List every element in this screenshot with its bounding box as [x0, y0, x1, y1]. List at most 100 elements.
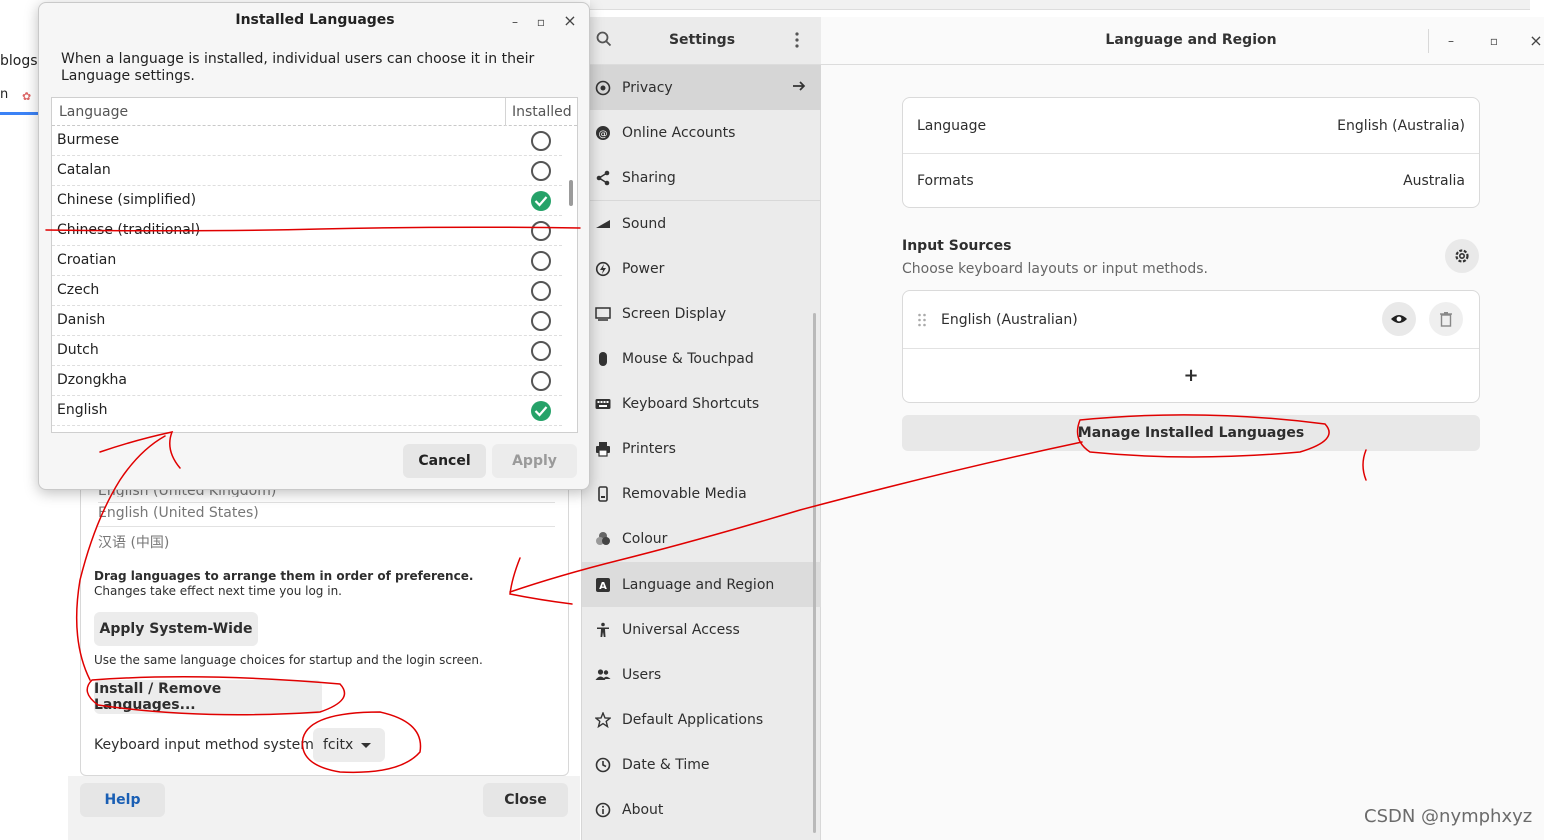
list-scrollbar[interactable] — [569, 180, 573, 206]
cancel-button[interactable]: Cancel — [403, 444, 486, 478]
language-dialog: English (United Kingdom) English (United… — [80, 470, 569, 776]
sidebar-item-sharing[interactable]: Sharing — [582, 155, 821, 200]
column-language[interactable]: Language — [59, 104, 128, 120]
list-divider — [98, 502, 555, 503]
remove-input-source-button[interactable] — [1429, 302, 1463, 336]
apply-button[interactable]: Apply — [492, 444, 577, 478]
sidebar-item-label: Universal Access — [622, 621, 740, 638]
sidebar-item-label: Power — [622, 260, 665, 277]
dialog-close-button[interactable]: Close — [483, 783, 568, 817]
languages-list: BulgarianBurmeseCatalanChinese (simplifi… — [51, 97, 578, 433]
table-row[interactable]: Chinese (simplified) — [52, 186, 562, 216]
sidebar-item-printers[interactable]: Printers — [582, 427, 821, 472]
changes-note: Changes take effect next time you log in… — [94, 584, 342, 598]
apply-system-wide-button[interactable]: Apply System-Wide — [94, 612, 258, 646]
accessibility-icon — [594, 621, 612, 639]
background-tab-text-2: n — [0, 87, 9, 102]
table-row[interactable]: Burmese — [52, 126, 562, 156]
svg-text:@: @ — [599, 129, 608, 139]
background-tab-underline — [0, 112, 40, 115]
sidebar-scrollbar[interactable] — [813, 313, 816, 833]
drag-note: Drag languages to arrange them in order … — [94, 569, 474, 583]
table-row[interactable]: Czech — [52, 276, 562, 306]
drag-handle-icon[interactable] — [917, 312, 927, 328]
table-row[interactable]: Dutch — [52, 336, 562, 366]
sidebar-item-default-applications[interactable]: Default Applications — [582, 697, 821, 742]
sidebar-item-universal-access[interactable]: Universal Access — [582, 607, 821, 652]
table-row[interactable]: English — [52, 396, 562, 426]
sidebar-item-language-and-region[interactable]: A Language and Region — [582, 562, 821, 608]
formats-row[interactable]: Formats Australia — [903, 153, 1479, 208]
close-button[interactable]: × — [1526, 31, 1544, 51]
keyboard-input-method-dropdown[interactable]: fcitx — [313, 728, 385, 762]
removable-media-icon — [594, 485, 612, 503]
sidebar-item-power[interactable]: Power — [582, 246, 821, 291]
language-name: English — [57, 402, 108, 418]
sidebar-item-about[interactable]: About — [582, 788, 821, 833]
manage-installed-languages-button[interactable]: Manage Installed Languages — [902, 415, 1480, 451]
preview-layout-button[interactable] — [1382, 302, 1416, 336]
table-row[interactable]: Chinese (traditional) — [52, 216, 562, 246]
install-toggle[interactable] — [531, 281, 551, 301]
sidebar-item-label: Default Applications — [622, 711, 764, 728]
menu-icon[interactable] — [790, 31, 804, 49]
install-toggle[interactable] — [531, 221, 551, 241]
installed-languages-dialog: Installed Languages – ▫ × When a languag… — [38, 2, 590, 490]
language-name: Dutch — [57, 342, 99, 358]
table-row[interactable]: Croatian — [52, 246, 562, 276]
sidebar-item-online-accounts[interactable]: @ Online Accounts — [582, 110, 821, 155]
sidebar-item-colour[interactable]: Colour — [582, 517, 821, 562]
close-button[interactable]: × — [560, 11, 580, 31]
column-separator — [505, 98, 506, 126]
input-sources-settings-button[interactable] — [1445, 239, 1479, 273]
add-input-source-row[interactable]: + — [903, 348, 1479, 403]
sidebar-item-label: Colour — [622, 531, 668, 548]
table-row[interactable]: Danish — [52, 306, 562, 336]
language-item-us[interactable]: English (United States) — [98, 505, 259, 521]
sidebar-item-screen-display[interactable]: Screen Display — [582, 291, 821, 336]
install-toggle[interactable] — [531, 161, 551, 181]
language-value: English (Australia) — [1337, 117, 1465, 134]
sidebar-item-label: Keyboard Shortcuts — [622, 396, 760, 413]
sidebar-item-mouse-touchpad[interactable]: Mouse & Touchpad — [582, 337, 821, 382]
installed-check-icon[interactable] — [531, 401, 551, 421]
language-row[interactable]: Language English (Australia) — [903, 98, 1479, 153]
language-icon: A — [594, 576, 612, 594]
help-button[interactable]: Help — [80, 783, 165, 817]
sidebar-item-privacy[interactable]: Privacy — [582, 65, 821, 111]
maximize-button[interactable]: ▫ — [531, 12, 551, 32]
sidebar-item-removable-media[interactable]: Removable Media — [582, 472, 821, 517]
users-icon — [594, 666, 612, 684]
input-sources-subtitle: Choose keyboard layouts or input methods… — [902, 261, 1208, 277]
display-icon — [594, 305, 612, 323]
install-remove-languages-button[interactable]: Install / Remove Languages... — [94, 680, 322, 714]
install-toggle[interactable] — [531, 371, 551, 391]
colour-icon — [594, 530, 612, 548]
sidebar-item-label: Removable Media — [622, 486, 747, 503]
maximize-button[interactable]: ▫ — [1484, 31, 1504, 51]
sidebar-item-label: Users — [622, 666, 662, 683]
install-toggle[interactable] — [531, 131, 551, 151]
minimize-button[interactable]: – — [1441, 31, 1461, 51]
installed-check-icon[interactable] — [531, 191, 551, 211]
search-icon[interactable] — [596, 31, 612, 47]
sidebar-item-sound[interactable]: Sound — [582, 201, 821, 246]
sidebar-item-keyboard-shortcuts[interactable]: Keyboard Shortcuts — [582, 382, 821, 427]
table-row[interactable]: Catalan — [52, 156, 562, 186]
settings-window: Settings Privacy @ Online Accounts Sharing S… — [581, 17, 1544, 840]
install-toggle[interactable] — [531, 311, 551, 331]
sidebar-item-date-time[interactable]: Date & Time — [582, 742, 821, 787]
minimize-button[interactable]: – — [505, 12, 525, 32]
sidebar-item-label: Language and Region — [622, 576, 775, 593]
install-toggle[interactable] — [531, 341, 551, 361]
language-item-zh[interactable]: 汉语 (中国) — [98, 532, 169, 552]
sidebar-item-label: Sharing — [622, 169, 676, 186]
language-name: Chinese (simplified) — [57, 192, 197, 208]
keyboard-icon — [594, 395, 612, 413]
table-row[interactable]: Dzongkha — [52, 366, 562, 396]
sidebar-item-label: Mouse & Touchpad — [622, 351, 754, 368]
sidebar-item-users[interactable]: Users — [582, 652, 821, 697]
column-installed[interactable]: Installed — [512, 104, 572, 120]
keyboard-input-method-label: Keyboard input method system: — [94, 737, 319, 753]
install-toggle[interactable] — [531, 251, 551, 271]
